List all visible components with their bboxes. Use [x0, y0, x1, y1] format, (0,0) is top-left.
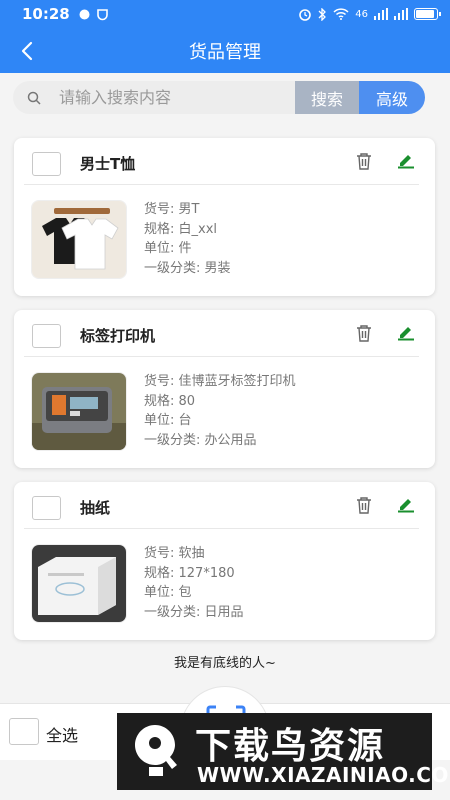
product-spec: 规格: 80: [144, 393, 196, 409]
back-button[interactable]: [14, 38, 40, 64]
product-image: [31, 544, 127, 623]
divider: [24, 184, 419, 185]
card-header: 抽纸: [14, 482, 435, 528]
chevron-left-icon: [21, 41, 33, 61]
product-image: [31, 372, 127, 451]
divider: [24, 528, 419, 529]
search-input[interactable]: [59, 88, 279, 107]
product-card[interactable]: 抽纸 货号: 软抽 规格: 127*180 单位: 包 一级分类: 日用品: [14, 482, 435, 640]
item-checkbox[interactable]: [32, 152, 61, 176]
edit-icon[interactable]: [397, 151, 415, 169]
status-time: 10:28: [22, 5, 70, 23]
item-checkbox[interactable]: [32, 496, 61, 520]
divider: [24, 356, 419, 357]
card-header: 男士T恤: [14, 138, 435, 184]
product-name: 标签打印机: [80, 327, 156, 345]
search-icon: [27, 91, 41, 105]
bluetooth-icon: [318, 7, 327, 21]
product-name: 男士T恤: [80, 155, 136, 173]
product-category: 一级分类: 日用品: [144, 604, 244, 620]
status-left-icons: [78, 8, 109, 21]
edit-icon[interactable]: [397, 495, 415, 513]
product-details: 货号: 男T 规格: 白_xxl 单位: 件 一级分类: 男装: [144, 200, 231, 278]
product-code: 货号: 佳博蓝牙标签打印机: [144, 374, 296, 389]
search-bar: 搜索 高级: [13, 81, 425, 114]
status-bar: 10:28 46: [0, 0, 450, 28]
select-all-label[interactable]: 全选: [46, 722, 78, 746]
product-unit: 单位: 台: [144, 413, 192, 428]
alarm-icon: [299, 8, 312, 21]
product-category: 一级分类: 办公用品: [144, 432, 257, 448]
trash-icon[interactable]: [355, 151, 373, 171]
shield-icon: [96, 8, 108, 20]
product-details: 货号: 佳博蓝牙标签打印机 规格: 80 单位: 台 一级分类: 办公用品: [144, 372, 296, 450]
wifi-icon: [333, 8, 349, 20]
product-details: 货号: 软抽 规格: 127*180 单位: 包 一级分类: 日用品: [144, 544, 244, 622]
product-card[interactable]: 标签打印机 货号: 佳博蓝牙标签打印机 规格: 80 单位: 台 一级分类: 办…: [14, 310, 435, 468]
product-spec: 规格: 127*180: [144, 565, 235, 581]
product-code: 货号: 男T: [144, 202, 200, 217]
product-code: 货号: 软抽: [144, 546, 205, 561]
signal-2-icon: [394, 8, 408, 20]
search-box: [13, 81, 295, 114]
battery-icon: [414, 8, 441, 20]
signal-icon: [374, 8, 388, 20]
bird-logo-icon: [135, 725, 177, 776]
advanced-button[interactable]: 高级: [359, 81, 425, 114]
navbar: 货品管理: [0, 28, 450, 73]
watermark-banner: 下载鸟资源 WWW.XIAZAINIAO.COM: [117, 713, 450, 790]
status-right-icons: 46: [298, 7, 441, 21]
product-card[interactable]: 男士T恤 货号: 男T 规格: 白_xxl 单位: 件 一级分类: 男装: [14, 138, 435, 296]
page-title: 货品管理: [189, 41, 261, 63]
search-button[interactable]: 搜索: [295, 81, 359, 114]
item-checkbox[interactable]: [32, 324, 61, 348]
trash-icon[interactable]: [355, 495, 373, 515]
network-label: 46: [355, 8, 368, 20]
notification-icon: [79, 9, 90, 19]
end-of-list-text: 我是有底线的人~: [174, 656, 276, 671]
trash-icon[interactable]: [355, 323, 373, 343]
product-spec: 规格: 白_xxl: [144, 221, 218, 237]
edit-icon[interactable]: [397, 323, 415, 341]
select-all-checkbox[interactable]: [9, 718, 39, 745]
watermark-title: 下载鸟资源: [195, 726, 386, 767]
card-header: 标签打印机: [14, 310, 435, 356]
product-unit: 单位: 件: [144, 241, 192, 256]
product-category: 一级分类: 男装: [144, 260, 231, 276]
product-name: 抽纸: [80, 499, 111, 517]
product-unit: 单位: 包: [144, 585, 192, 600]
product-image: [31, 200, 127, 279]
watermark-url: WWW.XIAZAINIAO.COM: [197, 763, 450, 787]
